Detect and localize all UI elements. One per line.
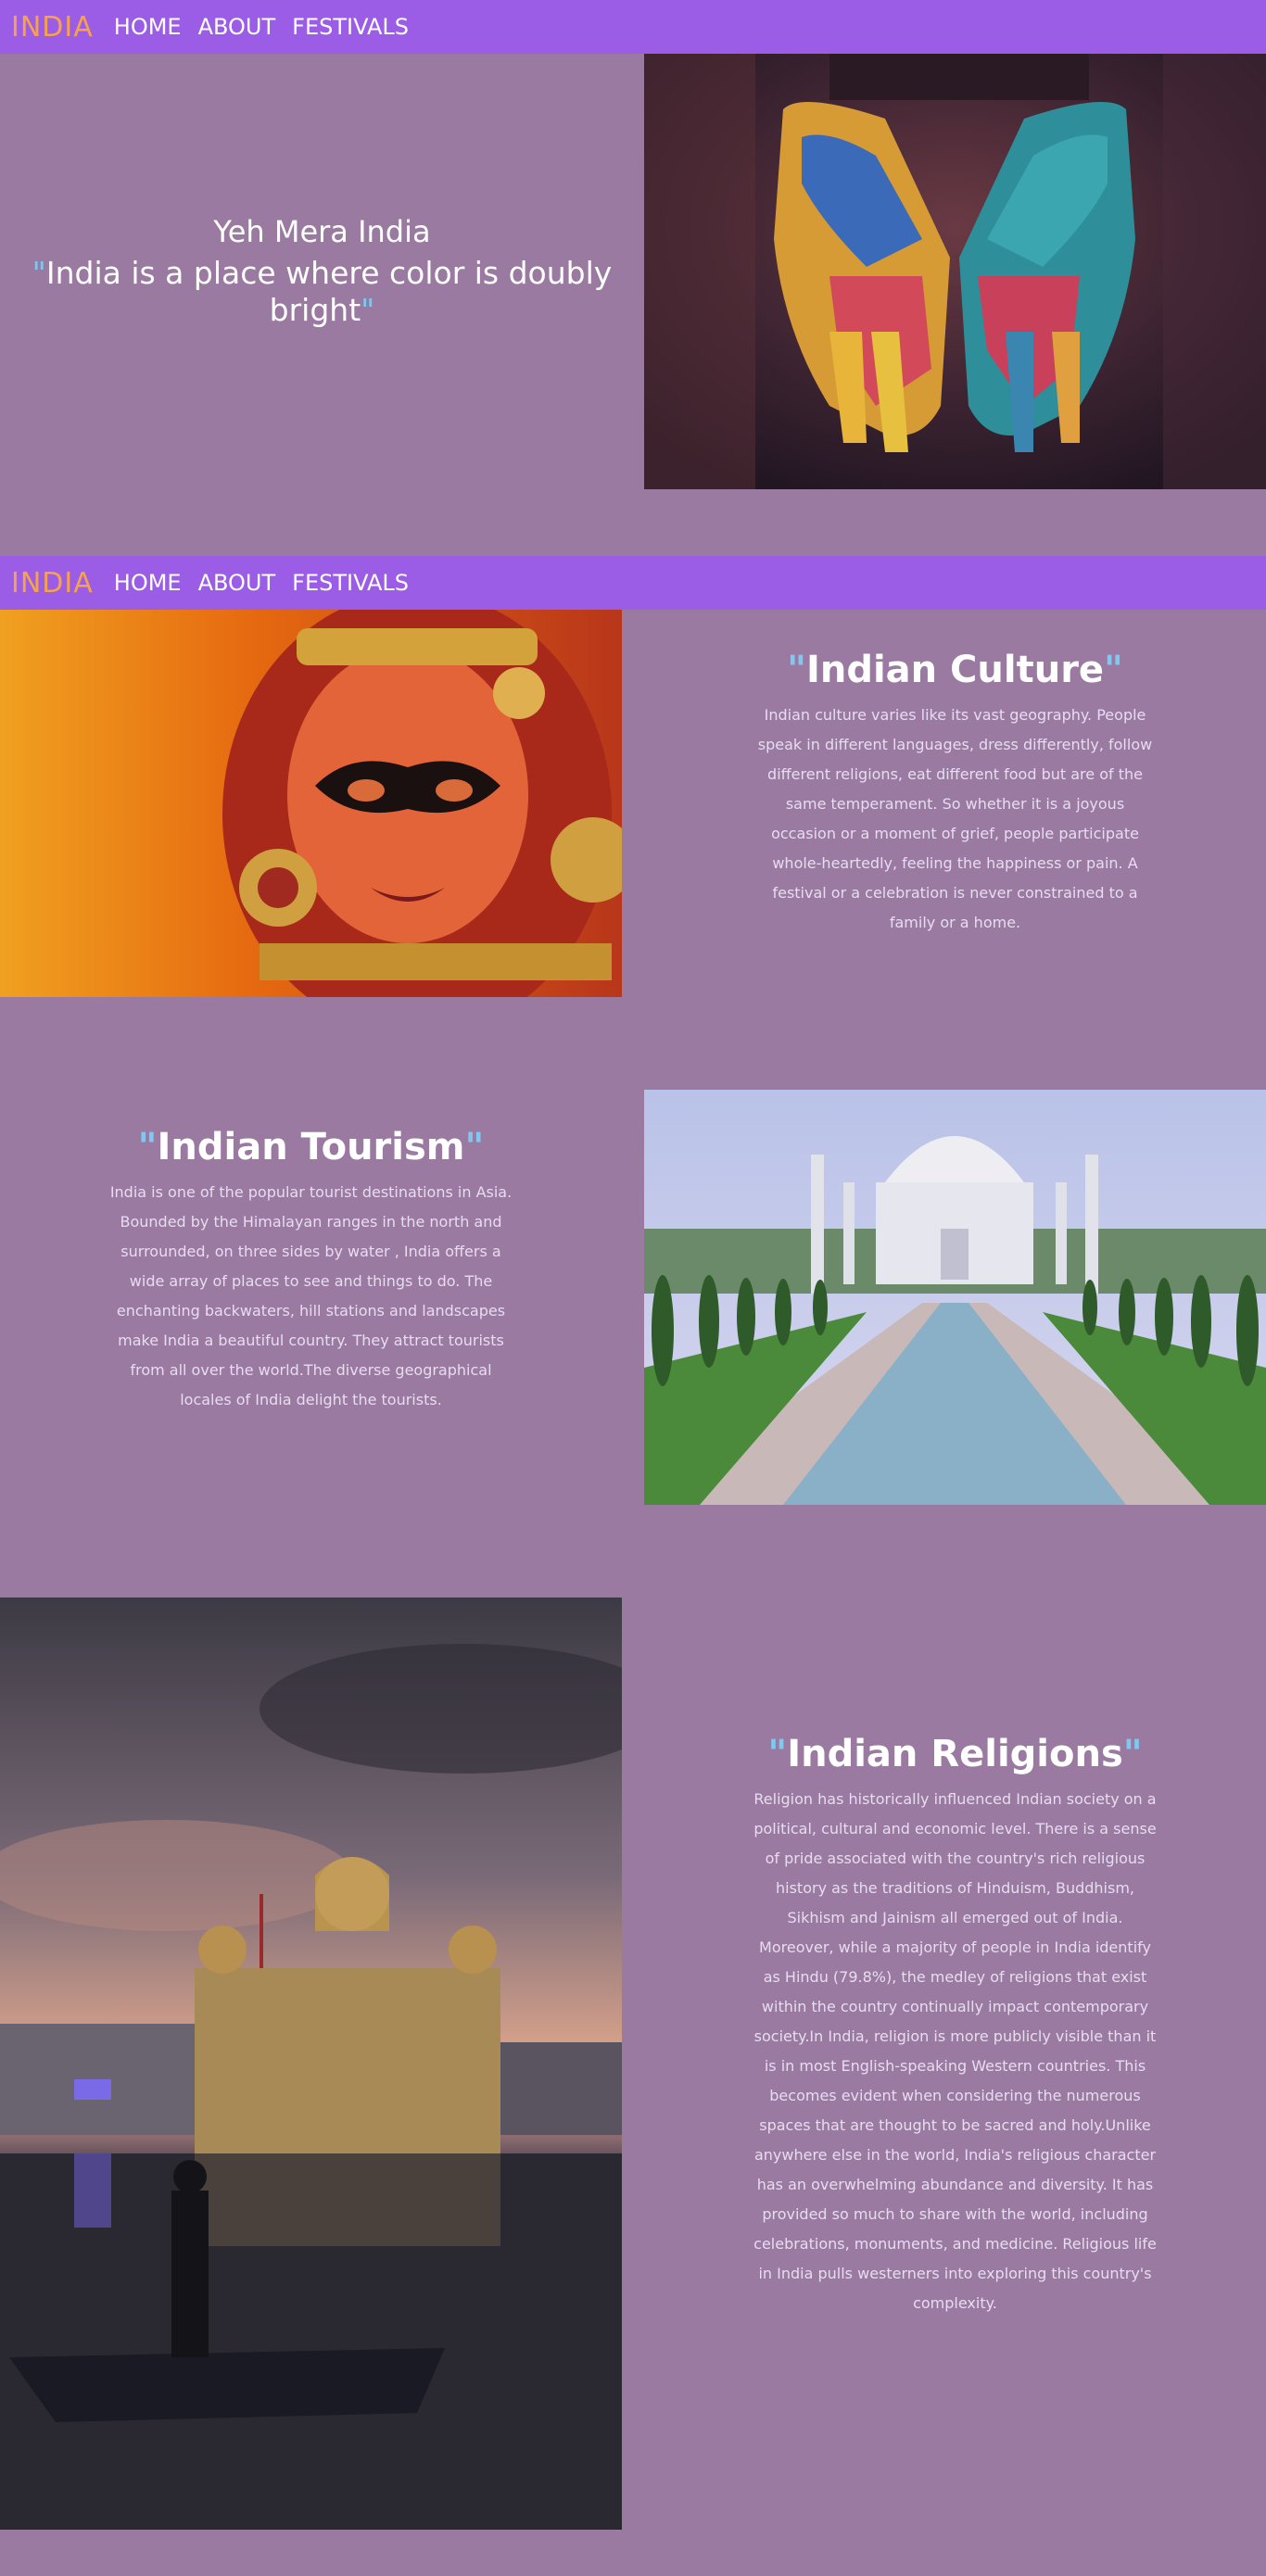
second-navbar: INDIA HOME ABOUT FESTIVALS [0,556,1266,610]
nav-festivals-link[interactable]: FESTIVALS [292,14,409,40]
nav-festivals-link-2[interactable]: FESTIVALS [292,570,409,596]
taj-mahal-image [644,1090,1266,1505]
culture-image [0,610,622,997]
culture-section: "Indian Culture" Indian culture varies l… [644,649,1266,938]
brand-logo-2[interactable]: INDIA [11,567,94,600]
religions-heading: "Indian Religions" [767,1733,1142,1775]
quote-close-mark: " [1122,1733,1143,1775]
culture-heading-text: Indian Culture [805,649,1105,691]
golden-temple-image [0,1597,622,2530]
religions-body: Religion has historically influenced Ind… [753,1790,1157,2312]
hero-title: Yeh Mera India [213,214,431,249]
holi-hands-image [644,54,1266,489]
quote-close-mark: " [1104,649,1123,691]
tourism-heading-text: Indian Tourism [157,1126,465,1168]
hero-text: Yeh Mera India "India is a place where c… [0,54,644,489]
tourism-heading: "Indian Tourism" [138,1126,485,1168]
quote-open-mark: " [32,255,46,291]
quote-open-mark: " [767,1733,788,1775]
quote-close-mark: " [464,1126,485,1168]
religions-section: "Indian Religions" Religion has historic… [644,1733,1266,2318]
nav-home-link-2[interactable]: HOME [114,570,182,596]
hero-quote-text: India is a place where color is doubly b… [45,255,613,328]
nav-home-link[interactable]: HOME [114,14,182,40]
quote-close-mark: " [361,292,375,328]
brand-logo[interactable]: INDIA [11,11,94,44]
nav-about-link[interactable]: ABOUT [198,14,276,40]
nav-about-link-2[interactable]: ABOUT [198,570,276,596]
top-navbar: INDIA HOME ABOUT FESTIVALS [0,0,1266,54]
quote-open-mark: " [787,649,806,691]
hero-quote: "India is a place where color is doubly … [26,255,619,329]
quote-open-mark: " [137,1126,158,1168]
tourism-body: India is one of the popular tourist dest… [109,1183,513,1408]
culture-heading: "Indian Culture" [787,649,1123,691]
tourism-section: "Indian Tourism" India is one of the pop… [0,1126,622,1415]
culture-body: Indian culture varies like its vast geog… [757,706,1153,931]
religions-heading-text: Indian Religions [787,1733,1123,1775]
